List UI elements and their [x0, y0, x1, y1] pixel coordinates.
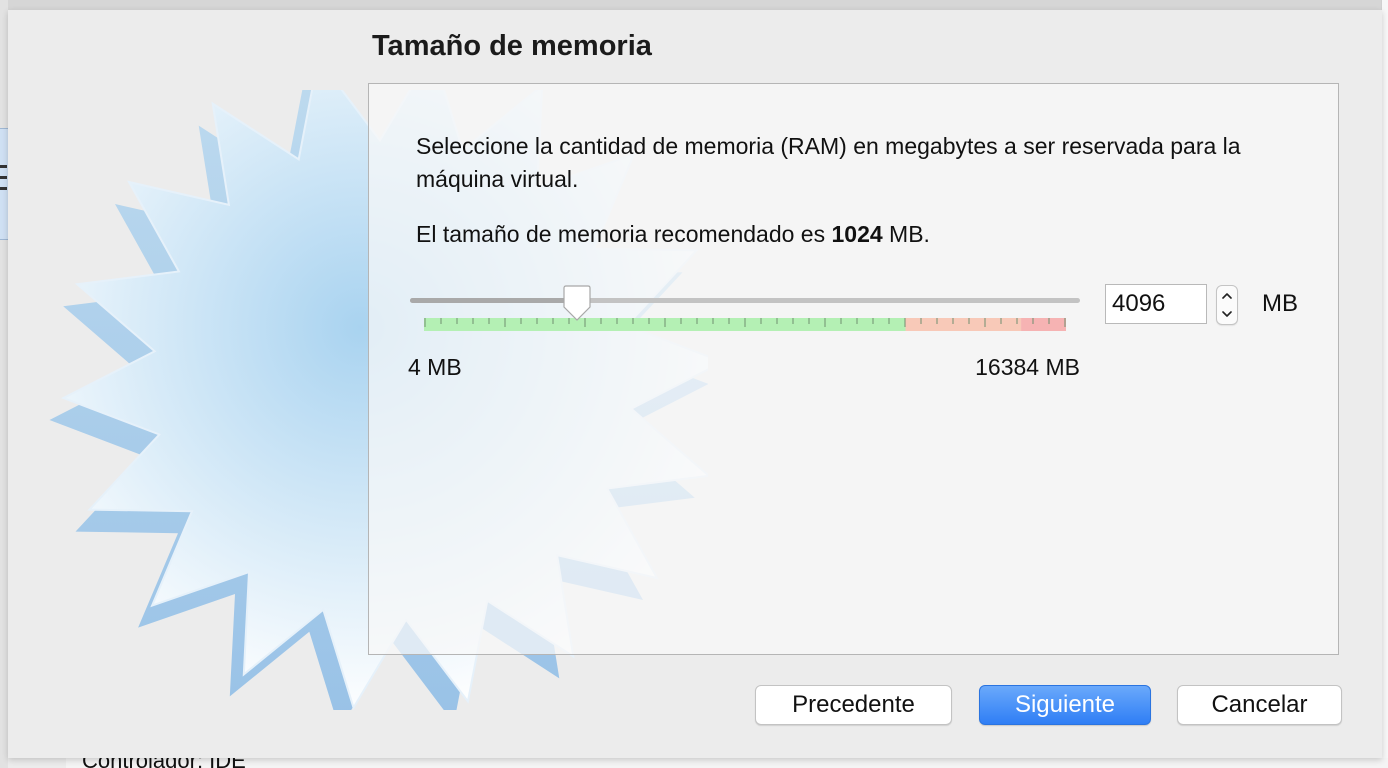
memory-unit-label: MB	[1262, 290, 1298, 317]
back-button[interactable]: Precedente	[755, 685, 952, 725]
chevron-down-icon	[1222, 311, 1232, 317]
memory-stepper[interactable]	[1216, 285, 1238, 325]
next-button[interactable]: Siguiente	[979, 685, 1151, 725]
cancel-button[interactable]: Cancelar	[1177, 685, 1342, 725]
background-menu-icon	[0, 165, 7, 205]
memory-slider-fill	[410, 298, 578, 303]
scale-danger-zone	[1021, 318, 1066, 331]
background-panel	[66, 758, 1388, 768]
memory-scale-bar	[424, 318, 1066, 331]
memory-max-label: 16384 MB	[975, 354, 1080, 380]
stepper-down-button[interactable]	[1217, 305, 1237, 324]
recommended-prefix: El tamaño de memoria recomendado es	[416, 221, 832, 247]
memory-slider-thumb[interactable]	[561, 285, 593, 323]
screen: Controlador: IDE Tamaño de memoria Selec…	[0, 0, 1388, 768]
memory-description: Seleccione la cantidad de memoria (RAM) …	[416, 133, 1241, 192]
memory-size-input[interactable]	[1105, 284, 1207, 324]
background-scrollbar	[1381, 0, 1388, 768]
scale-warning-zone	[905, 318, 1022, 331]
chevron-up-icon	[1222, 293, 1232, 299]
background-window-edge	[0, 0, 8, 768]
memory-min-label: 4 MB	[408, 354, 462, 380]
memory-slider-track[interactable]	[410, 298, 1080, 303]
recommended-memory-text: El tamaño de memoria recomendado es 1024…	[416, 218, 1316, 251]
stepper-up-button[interactable]	[1217, 286, 1237, 305]
recommended-suffix: MB.	[882, 221, 930, 247]
memory-size-dialog: Tamaño de memoria	[8, 10, 1382, 758]
page-title: Tamaño de memoria	[372, 30, 652, 62]
recommended-value: 1024	[831, 221, 883, 247]
